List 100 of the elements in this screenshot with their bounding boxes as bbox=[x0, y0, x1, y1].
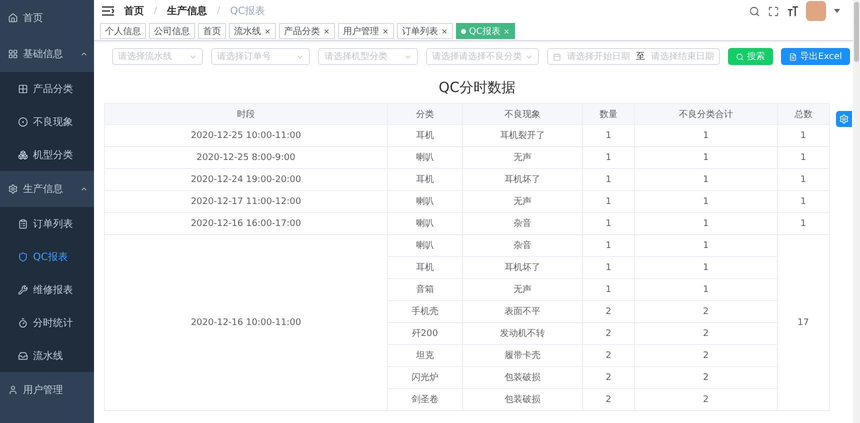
tab[interactable]: 用户管理 bbox=[338, 23, 394, 39]
submenu-item[interactable]: 产品分类 bbox=[0, 72, 94, 105]
table-cell: 2020-12-25 8:00-9:00 bbox=[104, 146, 388, 168]
tab[interactable]: 公司信息 bbox=[149, 23, 195, 39]
table-cell: 表面不平 bbox=[462, 300, 582, 322]
chevron-up-icon bbox=[80, 50, 88, 58]
user-icon bbox=[8, 385, 18, 395]
table-cell: 1 bbox=[634, 168, 778, 190]
fullscreen-icon[interactable] bbox=[768, 6, 779, 16]
table-cell: 1 bbox=[634, 124, 778, 146]
table-cell: 音箱 bbox=[387, 278, 462, 300]
table-cell: 耳机坏了 bbox=[462, 168, 582, 190]
table-cell: 无声 bbox=[462, 278, 582, 300]
text-size-icon[interactable] bbox=[787, 6, 798, 16]
table-cell: 1 bbox=[634, 212, 778, 234]
submenu-item[interactable]: QC报表 bbox=[0, 240, 94, 273]
table-cell: 1 bbox=[582, 168, 635, 190]
close-icon[interactable] bbox=[264, 28, 271, 34]
submenu-item[interactable]: 不良现象 bbox=[0, 105, 94, 138]
grid-icon bbox=[18, 84, 28, 94]
timer-icon bbox=[18, 318, 28, 328]
column-header: 数量 bbox=[582, 104, 635, 124]
table-cell: 1 bbox=[634, 234, 778, 256]
table-cell: 1 bbox=[634, 190, 778, 212]
dot-icon bbox=[461, 28, 466, 34]
table-cell: 1 bbox=[634, 146, 778, 168]
table-cell: 1 bbox=[582, 190, 635, 212]
table-cell: 发动机不转 bbox=[462, 322, 582, 344]
inbox-icon bbox=[18, 350, 28, 360]
table-cell: 1 bbox=[777, 124, 830, 146]
tab[interactable]: 首页 bbox=[198, 23, 226, 39]
table-cell: 闪光炉 bbox=[387, 366, 462, 388]
table-cell: 无声 bbox=[462, 190, 582, 212]
table-cell: 1 bbox=[582, 146, 635, 168]
home-icon bbox=[8, 13, 18, 23]
table-cell: 2020-12-16 16:00-17:00 bbox=[104, 212, 388, 234]
breadcrumb-link[interactable]: 首页 bbox=[124, 4, 144, 18]
table-cell: 1 bbox=[777, 168, 830, 190]
clipboard-icon bbox=[18, 218, 28, 228]
table-cell: 喇叭 bbox=[387, 146, 462, 168]
close-icon[interactable] bbox=[382, 28, 389, 34]
close-icon[interactable] bbox=[323, 28, 330, 34]
table-cell: 坦克 bbox=[387, 344, 462, 366]
close-icon[interactable] bbox=[441, 28, 448, 34]
menu-icon[interactable] bbox=[102, 6, 114, 16]
table-cell: 1 bbox=[582, 234, 635, 256]
column-header: 总数 bbox=[777, 104, 830, 124]
table-cell: 2020-12-24 19:00-20:00 bbox=[104, 168, 388, 190]
table-cell: 无声 bbox=[462, 146, 582, 168]
table-cell: 2020-12-17 11:00-12:00 bbox=[104, 190, 388, 212]
submenu-item[interactable]: 分时统计 bbox=[0, 306, 94, 339]
table-cell: 1 bbox=[582, 212, 635, 234]
end-date-placeholder: 请选择结束日期 bbox=[651, 50, 714, 63]
table-cell: 1 bbox=[582, 256, 635, 278]
column-header: 时段 bbox=[104, 104, 388, 124]
circle-icon bbox=[18, 116, 28, 126]
table-cell: 耳机 bbox=[387, 124, 462, 146]
submenu-item[interactable]: 流水线 bbox=[0, 339, 94, 372]
table-cell: 2 bbox=[582, 322, 635, 344]
table-cell: 耳机坏了 bbox=[462, 256, 582, 278]
table-cell: 17 bbox=[777, 234, 830, 410]
table-cell: 2 bbox=[582, 366, 635, 388]
search-icon bbox=[736, 52, 744, 60]
table-cell: 履带卡壳 bbox=[462, 344, 582, 366]
tab[interactable]: 订单列表 bbox=[397, 23, 453, 39]
breadcrumb-separator: / bbox=[217, 6, 220, 16]
table-cell: 杂音 bbox=[462, 212, 582, 234]
table-cell: 耳机裂开了 bbox=[462, 124, 582, 146]
range-separator: 至 bbox=[636, 51, 646, 63]
table-cell: 耳机 bbox=[387, 168, 462, 190]
start-date-placeholder: 请选择开始日期 bbox=[567, 50, 630, 63]
table-cell: 杂音 bbox=[462, 234, 582, 256]
submenu-item[interactable]: 订单列表 bbox=[0, 207, 94, 240]
table-cell: 1 bbox=[582, 124, 635, 146]
tab[interactable]: 个人信息 bbox=[100, 23, 146, 39]
tab[interactable]: 产品分类 bbox=[279, 23, 335, 39]
submenu-item[interactable]: 维修报表 bbox=[0, 273, 94, 306]
settings-button[interactable] bbox=[836, 111, 852, 127]
document-icon bbox=[789, 52, 798, 60]
caret-icon[interactable] bbox=[834, 9, 840, 13]
wrench-icon bbox=[18, 284, 28, 294]
search-icon[interactable] bbox=[749, 6, 760, 16]
table-cell: 喇叭 bbox=[387, 234, 462, 256]
table-cell: 手机壳 bbox=[387, 300, 462, 322]
settings-icon bbox=[839, 114, 849, 124]
table-cell: 喇叭 bbox=[387, 212, 462, 234]
scrollbar[interactable] bbox=[853, 0, 860, 423]
submenu-item[interactable]: 机型分类 bbox=[0, 138, 94, 171]
column-header: 不良现象 bbox=[462, 104, 582, 124]
table-cell: 1 bbox=[582, 278, 635, 300]
chevron-up-icon bbox=[80, 185, 88, 193]
table-cell: 耳机 bbox=[387, 256, 462, 278]
tab[interactable]: 流水线 bbox=[229, 23, 276, 39]
table-cell: 2020-12-16 10:00-11:00 bbox=[104, 234, 388, 410]
breadcrumb-link[interactable]: 生产信息 bbox=[167, 4, 208, 18]
table-cell: 2 bbox=[582, 388, 635, 410]
column-header: 不良分类合计 bbox=[634, 104, 778, 124]
date-range-field[interactable]: 请选择开始日期 至 请选择结束日期 bbox=[547, 48, 720, 65]
gear-icon bbox=[8, 184, 18, 194]
grid-icon bbox=[8, 49, 18, 59]
